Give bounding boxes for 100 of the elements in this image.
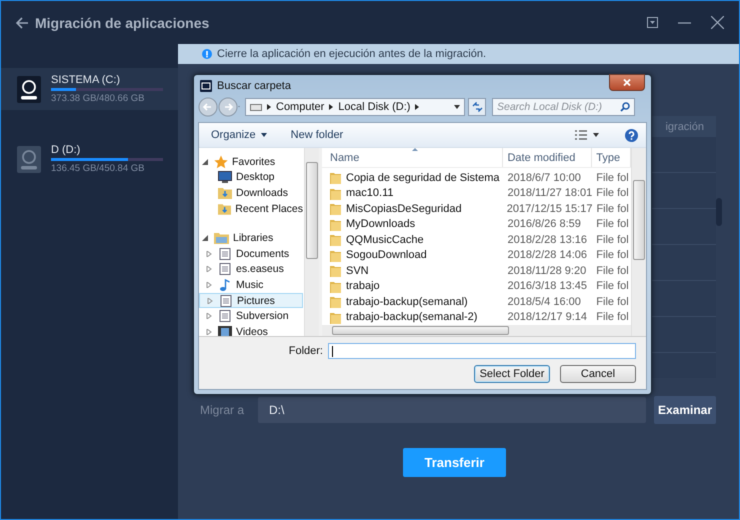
scrollbar-thumb[interactable] [716, 198, 722, 226]
nav-item[interactable]: Downloads [199, 185, 303, 201]
folder-icon [330, 310, 341, 324]
folder-icon [330, 248, 341, 262]
folder-icon [214, 232, 229, 244]
folder-name: trabajo-backup(semanal-2) [346, 311, 478, 324]
close-button[interactable] [609, 74, 645, 91]
folder-row[interactable]: trabajo-backup(semanal) 2018/5/4 16:00 File fol [322, 294, 631, 310]
caret-icon[interactable] [454, 105, 460, 109]
document-icon [218, 310, 232, 322]
film-icon [218, 326, 232, 336]
sort-arrow-icon [412, 148, 418, 151]
view-options-icon[interactable] [575, 130, 601, 140]
nav-item[interactable]: Recent Places [199, 200, 303, 216]
chevron-icon[interactable] [329, 104, 334, 110]
nav-item[interactable]: Desktop [199, 170, 303, 186]
folder-row[interactable]: trabajo-backup(semanal-2) 2018/12/17 9:14 File fol [322, 310, 631, 325]
refresh-icon [472, 102, 482, 112]
breadcrumb-item[interactable]: Computer [276, 101, 324, 113]
hard-drive-icon [17, 146, 41, 172]
folder-row[interactable]: QQMusicCache 2018/2/28 13:16 File fol [322, 232, 631, 248]
dialog-title: Buscar carpeta [217, 80, 291, 92]
dialog-button[interactable]: Select Folder [474, 365, 550, 383]
close-icon[interactable] [711, 16, 724, 29]
column-header: igración [665, 120, 704, 132]
folder-row[interactable]: trabajo 2016/3/18 13:45 File fol [322, 278, 631, 294]
type-cell-text: File fol [595, 280, 630, 292]
type-cell-text: File fol [595, 202, 630, 215]
dialog-button[interactable]: Cancel [560, 365, 636, 383]
folder-row[interactable]: SogouDownload 2018/2/28 14:06 File fol [322, 248, 631, 263]
help-icon[interactable] [625, 128, 638, 142]
star-icon [214, 154, 228, 169]
back-arrow-icon[interactable] [16, 16, 29, 28]
type-cell-text: File fol [595, 187, 630, 200]
column-header[interactable]: Date modified [503, 148, 592, 167]
scrollbar[interactable] [631, 148, 646, 336]
date-cell-text: 2018/5/4 16:00 [506, 296, 582, 308]
folder-row[interactable]: Copia de seguridad de Sistema 2018/6/7 10:00 File fol [322, 170, 631, 186]
type-cell-text: File fol [595, 264, 630, 277]
nav-item[interactable]: Music [199, 277, 303, 293]
folder-label: Folder: [288, 345, 323, 357]
column-header[interactable]: Name [322, 148, 504, 167]
dropdown-icon[interactable] [647, 17, 658, 28]
breadcrumb-item[interactable]: Local Disk (D:) [338, 101, 410, 113]
drive-name: SISTEMA (C:) [51, 74, 122, 86]
folder-name: SVN [346, 264, 369, 277]
date-cell-text: 2018/11/28 9:20 [506, 264, 588, 277]
music-note-icon [218, 278, 232, 291]
folder-icon [330, 171, 341, 184]
folder-row[interactable]: MyDownloads 2016/8/26 8:59 File fol [322, 216, 631, 232]
nav-item[interactable]: Libraries [199, 230, 303, 246]
search-placeholder: Search Local Disk (D:) [497, 101, 602, 113]
nav-item[interactable]: es.easeus [199, 262, 303, 278]
expander-icon[interactable] [202, 158, 208, 165]
nav-item[interactable]: Documents [199, 246, 303, 262]
folder-icon [218, 202, 232, 215]
folder-name: SogouDownload [346, 249, 427, 262]
minimize-icon[interactable] [678, 22, 691, 24]
scrollbar[interactable] [322, 325, 631, 336]
folder-field[interactable] [328, 343, 636, 359]
back-forward-icon[interactable] [198, 97, 242, 117]
folder-name: Copia de seguridad de Sistema [346, 172, 500, 184]
drive-item[interactable]: SISTEMA (C:) 373.38 GB/480.66 GB [1, 68, 178, 110]
date-cell-text: 2017/12/15 15:17 [506, 202, 592, 215]
folder-name: MyDownloads [346, 218, 416, 230]
drive-item[interactable]: D (D:) 136.45 GB/450.84 GB [1, 138, 178, 180]
date-cell-text: 2016/8/26 8:59 [506, 218, 582, 230]
address-bar[interactable]: Computer Local Disk (D:) [245, 98, 465, 116]
folder-row[interactable]: MisCopiasDeSeguridad 2017/12/15 15:17 File fol [322, 201, 631, 216]
folder-name: trabajo-backup(semanal) [346, 296, 468, 308]
toolbar-item[interactable]: New folder [290, 129, 344, 141]
document-icon [218, 248, 232, 260]
folder-icon [330, 186, 341, 200]
folder-icon [330, 264, 341, 278]
chevron-icon[interactable] [267, 104, 271, 110]
window-title: Migración de aplicaciones [35, 14, 210, 30]
date-cell-text: 2018/11/27 18:01 [506, 187, 592, 200]
nav-item[interactable]: Subversion [199, 308, 303, 324]
folder-icon [330, 202, 341, 216]
refresh-button[interactable] [468, 98, 486, 116]
nav-item[interactable]: Videos [199, 324, 303, 336]
document-icon [219, 294, 233, 307]
type-cell-text: File fol [595, 296, 630, 308]
folder-row[interactable]: SVN 2018/11/28 9:20 File fol [322, 263, 631, 278]
expander-icon[interactable] [202, 235, 208, 242]
nav-item[interactable]: Pictures [199, 292, 303, 308]
date-cell-text: 2018/2/28 14:06 [506, 249, 588, 262]
toolbar-item[interactable]: Organize [211, 129, 267, 141]
browse-button[interactable]: Examinar [654, 396, 716, 424]
notice-text: Cierre la aplicación en ejecución antes de la migración. [217, 48, 486, 60]
scrollbar[interactable] [304, 148, 319, 336]
type-cell-text: File fol [595, 234, 630, 246]
destination-label: Migrar a [200, 403, 244, 417]
nav-item[interactable]: Favorites [199, 154, 303, 170]
destination-field[interactable]: D:\ [258, 397, 646, 423]
date-cell-text: 2018/12/17 9:14 [506, 311, 588, 324]
folder-icon [330, 233, 341, 246]
folder-name: mac10.11 [346, 187, 394, 200]
chevron-icon[interactable] [415, 104, 420, 110]
folder-row[interactable]: mac10.11 2018/11/27 18:01 File fol [322, 186, 631, 201]
